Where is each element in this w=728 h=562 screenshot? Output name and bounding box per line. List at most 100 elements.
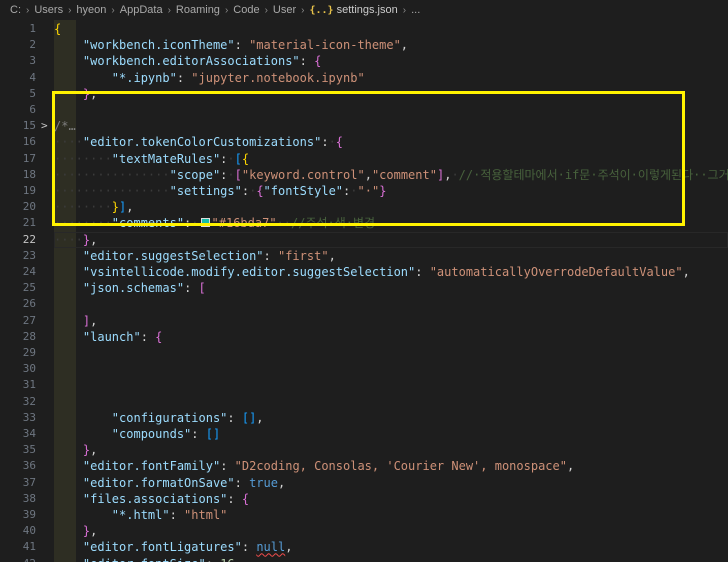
code-line[interactable]: 30	[0, 361, 728, 377]
code-line[interactable]: 3 "workbench.editorAssociations": {	[0, 53, 728, 69]
code-line[interactable]: 2 "workbench.iconTheme": "material-icon-…	[0, 37, 728, 53]
breadcrumb-more[interactable]: ...	[411, 4, 420, 16]
line-number: 15	[22, 119, 36, 133]
code-line[interactable]: 29	[0, 345, 728, 361]
code-line[interactable]: 25 "json.schemas": [	[0, 280, 728, 296]
line-number: 41	[22, 540, 36, 554]
code-line[interactable]: 38 "files.associations": {	[0, 491, 728, 507]
chevron-right-icon: ›	[68, 4, 72, 16]
breadcrumb-file[interactable]: settings.json	[337, 4, 398, 16]
code-editor[interactable]: 1{2 "workbench.iconTheme": "material-ico…	[0, 20, 728, 562]
breadcrumb-item[interactable]: AppData	[120, 4, 163, 16]
chevron-right-icon: ›	[264, 4, 268, 16]
code-line[interactable]: 24 "vsintellicode.modify.editor.suggestS…	[0, 264, 728, 280]
code-line[interactable]: 16 ····"editor.tokenColorCustomizations":…	[0, 134, 728, 150]
code-text: /*…	[54, 119, 76, 134]
code-text: ],	[82, 313, 98, 328]
breadcrumb-item[interactable]: C:	[10, 4, 21, 16]
code-line[interactable]: 41 "editor.fontLigatures": null,	[0, 539, 728, 555]
code-line[interactable]: 28 "launch": {	[0, 329, 728, 345]
code-text: {	[54, 22, 62, 36]
chevron-right-icon: ›	[224, 4, 229, 16]
code-line[interactable]: 1{	[0, 21, 728, 37]
code-text: ········}],	[54, 200, 134, 215]
code-line[interactable]: 31	[0, 377, 728, 393]
breadcrumb-item[interactable]: hyeon	[76, 4, 106, 16]
line-number: 42	[0, 556, 36, 562]
line-number: 19	[22, 184, 36, 197]
code-line[interactable]: 22 ····},	[0, 232, 728, 248]
breadcrumb: C: › Users › hyeon › AppData › Roaming › Code › User…	[0, 0, 728, 20]
code-line[interactable]: 23 "editor.suggestSelection": "first",	[0, 248, 728, 264]
code-line[interactable]: 40 },	[0, 523, 728, 539]
code-line[interactable]: 15 >/*…	[0, 118, 728, 134]
code-text: "editor.fontLigatures": null,	[82, 540, 293, 555]
code-line[interactable]: 5 },	[0, 86, 728, 102]
code-line[interactable]: 26	[0, 296, 728, 312]
breadcrumb-item[interactable]: User	[273, 4, 296, 16]
line-number: 5	[29, 86, 36, 100]
line-number: 17	[22, 151, 36, 165]
code-line[interactable]: 21 ········"comments":· "#16bda7"··//주석·색·…	[0, 215, 728, 231]
chevron-right-icon: ›	[26, 4, 30, 16]
code-line[interactable]: 20 ········}],	[0, 199, 728, 215]
code-line[interactable]: 19 ················"settings":·{"fontStyl…	[0, 183, 728, 199]
line-number: 1	[29, 22, 36, 35]
line-number: 2	[29, 38, 36, 52]
code-text: "*.html": "html"	[111, 508, 228, 522]
code-text: ········"comments":· "#16bda7"··//주석·색·변경	[54, 216, 376, 231]
code-text: },	[82, 524, 98, 539]
breadcrumb-item[interactable]: Roaming	[176, 4, 220, 16]
line-number: 16	[22, 135, 36, 149]
code-text: ····"editor.tokenColorCustomizations":·{	[54, 135, 344, 150]
line-number: 33	[22, 410, 36, 424]
line-number: 18	[22, 167, 36, 181]
code-line[interactable]: 17 ········"textMateRules":·[{	[0, 151, 728, 167]
json-file-icon: {..}	[309, 4, 334, 16]
code-line[interactable]: 39 "*.html": "html"	[0, 507, 728, 523]
code-line[interactable]: 32	[0, 394, 728, 410]
code-line[interactable]: 18 ················"scope":·["keyword.con…	[0, 167, 728, 183]
line-number: 30	[22, 362, 36, 376]
chevron-right-icon: ›	[301, 4, 305, 16]
line-number: 26	[22, 297, 36, 311]
fold-chevron-icon[interactable]: >	[41, 118, 51, 134]
code-text: ····},	[54, 232, 98, 247]
code-text: "workbench.editorAssociations": {	[82, 54, 322, 69]
line-number: 20	[22, 200, 36, 214]
line-number: 32	[22, 394, 36, 408]
code-text: ········"textMateRules":·[{	[54, 151, 250, 166]
breadcrumb-item[interactable]: Users	[34, 4, 63, 16]
line-number: 3	[29, 54, 36, 68]
code-text: "vsintellicode.modify.editor.suggestSele…	[82, 265, 690, 279]
code-text: "*.ipynb": "jupyter.notebook.ipynb"	[111, 70, 365, 85]
code-text: },	[82, 86, 98, 101]
line-number: 36	[22, 459, 36, 473]
code-line[interactable]: 6	[0, 102, 728, 118]
line-number: 24	[22, 265, 36, 278]
chevron-right-icon: ›	[111, 4, 115, 16]
code-text: "editor.formatOnSave": true,	[82, 475, 286, 490]
code-line[interactable]: 37 "editor.formatOnSave": true,	[0, 475, 728, 491]
code-line[interactable]: 33 "configurations": [],	[0, 410, 728, 426]
line-number: 37	[22, 475, 36, 489]
line-number: 29	[22, 346, 36, 359]
breadcrumb-item[interactable]: Code	[233, 4, 259, 16]
code-line[interactable]: 42 "editor.fontSize": 16,	[0, 556, 728, 562]
line-number: 38	[22, 491, 36, 505]
line-number: 21	[22, 216, 36, 230]
code-line[interactable]: 35 },	[0, 442, 728, 458]
code-text: "configurations": [],	[111, 410, 264, 425]
line-number: 27	[22, 313, 36, 327]
code-line[interactable]: 36 "editor.fontFamily": "D2coding, Conso…	[0, 458, 728, 474]
code-text: ················"scope":·["keyword.contr…	[54, 167, 728, 182]
code-line[interactable]: 4 "*.ipynb": "jupyter.notebook.ipynb"	[0, 70, 728, 86]
code-text: ················"settings":·{"fontStyle"…	[54, 184, 387, 198]
code-text: "files.associations": {	[82, 491, 250, 506]
code-text: "compounds": []	[111, 427, 221, 441]
code-line[interactable]: 34 "compounds": []	[0, 426, 728, 442]
code-line[interactable]: 27 ],	[0, 313, 728, 329]
line-number: 22	[22, 232, 36, 246]
code-text: "editor.fontFamily": "D2coding, Consolas…	[82, 459, 575, 474]
code-text: "editor.suggestSelection": "first",	[82, 248, 336, 263]
